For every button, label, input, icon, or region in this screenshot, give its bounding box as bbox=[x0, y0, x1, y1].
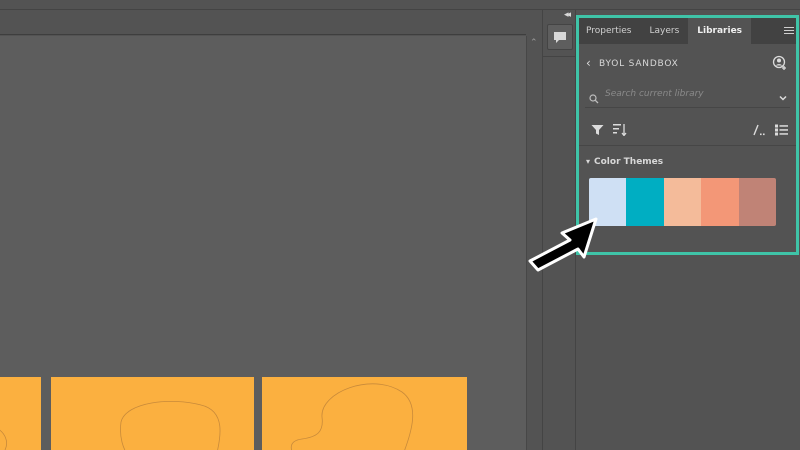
comment-icon bbox=[554, 31, 566, 43]
collapse-arrows-icon[interactable]: ◂◂ bbox=[564, 10, 571, 20]
color-themes-group-header[interactable]: ▾ Color Themes bbox=[586, 157, 663, 167]
color-swatch-4[interactable] bbox=[701, 178, 739, 226]
artboard-2[interactable] bbox=[51, 377, 254, 450]
filter-icon[interactable] bbox=[591, 121, 604, 140]
chevron-down-icon[interactable] bbox=[778, 88, 788, 107]
chevron-down-icon: ▾ bbox=[586, 157, 591, 166]
artboard-2-shape bbox=[120, 400, 221, 450]
canvas[interactable] bbox=[0, 36, 526, 450]
library-toolbar bbox=[577, 110, 798, 146]
search-row bbox=[585, 82, 790, 108]
color-swatch-2[interactable] bbox=[626, 178, 664, 226]
slash-view-icon[interactable] bbox=[753, 121, 767, 140]
top-bar bbox=[0, 0, 800, 10]
scroll-up-icon[interactable]: ⌃ bbox=[530, 38, 538, 48]
cursor-arrow-icon bbox=[522, 215, 602, 279]
artboard-3[interactable] bbox=[262, 377, 467, 450]
color-swatch-3[interactable] bbox=[663, 178, 702, 226]
group-title: Color Themes bbox=[594, 157, 664, 167]
user-add-icon[interactable] bbox=[772, 55, 788, 75]
artboard-1-shape bbox=[0, 429, 7, 450]
color-theme-swatches[interactable] bbox=[589, 178, 776, 226]
sort-icon[interactable] bbox=[613, 121, 627, 140]
library-title: BYOL SANDBOX bbox=[599, 59, 679, 69]
chevron-left-icon[interactable]: ‹ bbox=[586, 56, 591, 70]
tab-properties[interactable]: Properties bbox=[577, 18, 640, 44]
comment-button[interactable] bbox=[547, 24, 573, 50]
color-swatch-5[interactable] bbox=[738, 178, 776, 226]
tab-libraries[interactable]: Libraries bbox=[688, 18, 752, 44]
search-input[interactable] bbox=[605, 85, 765, 103]
search-icon bbox=[589, 89, 599, 108]
panel-tabs: Properties Layers Libraries bbox=[577, 18, 798, 44]
artboard-3-shape bbox=[290, 383, 414, 450]
list-view-icon[interactable] bbox=[775, 121, 788, 140]
tab-layers[interactable]: Layers bbox=[640, 18, 688, 44]
artboard-1[interactable] bbox=[0, 377, 41, 450]
document-tab-strip bbox=[0, 10, 526, 35]
menu-icon[interactable] bbox=[784, 27, 794, 35]
strip-separator bbox=[543, 56, 577, 57]
library-header: ‹ BYOL SANDBOX bbox=[577, 44, 798, 84]
libraries-panel: Properties Layers Libraries ‹ BYOL SANDB… bbox=[577, 18, 798, 450]
